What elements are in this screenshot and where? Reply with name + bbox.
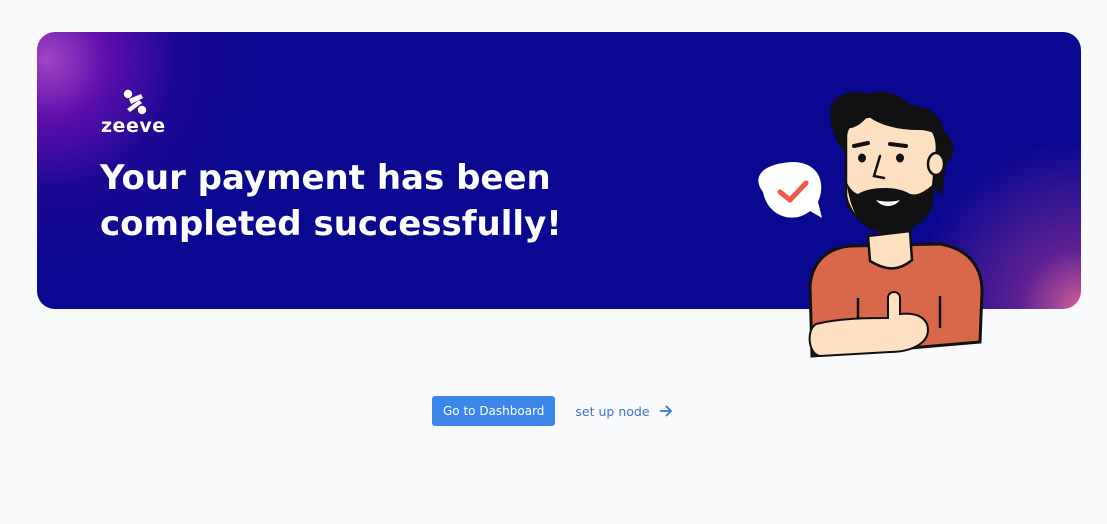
arrow-right-icon (659, 405, 672, 417)
zeeve-logo-icon (123, 89, 147, 115)
payment-success-page: zeeve Your payment has been completed su… (0, 0, 1107, 524)
action-row: Go to Dashboard set up node (432, 396, 673, 426)
go-to-dashboard-button[interactable]: Go to Dashboard (432, 396, 556, 426)
checkmark-badge (758, 162, 822, 218)
set-up-node-link[interactable]: set up node (575, 404, 672, 419)
success-headline: Your payment has been completed successf… (100, 158, 562, 244)
set-up-node-label: set up node (575, 403, 650, 419)
man-thumbs-up-illustration (758, 91, 984, 358)
zeeve-logo: zeeve (101, 89, 171, 139)
brand-name: zeeve (101, 115, 166, 137)
